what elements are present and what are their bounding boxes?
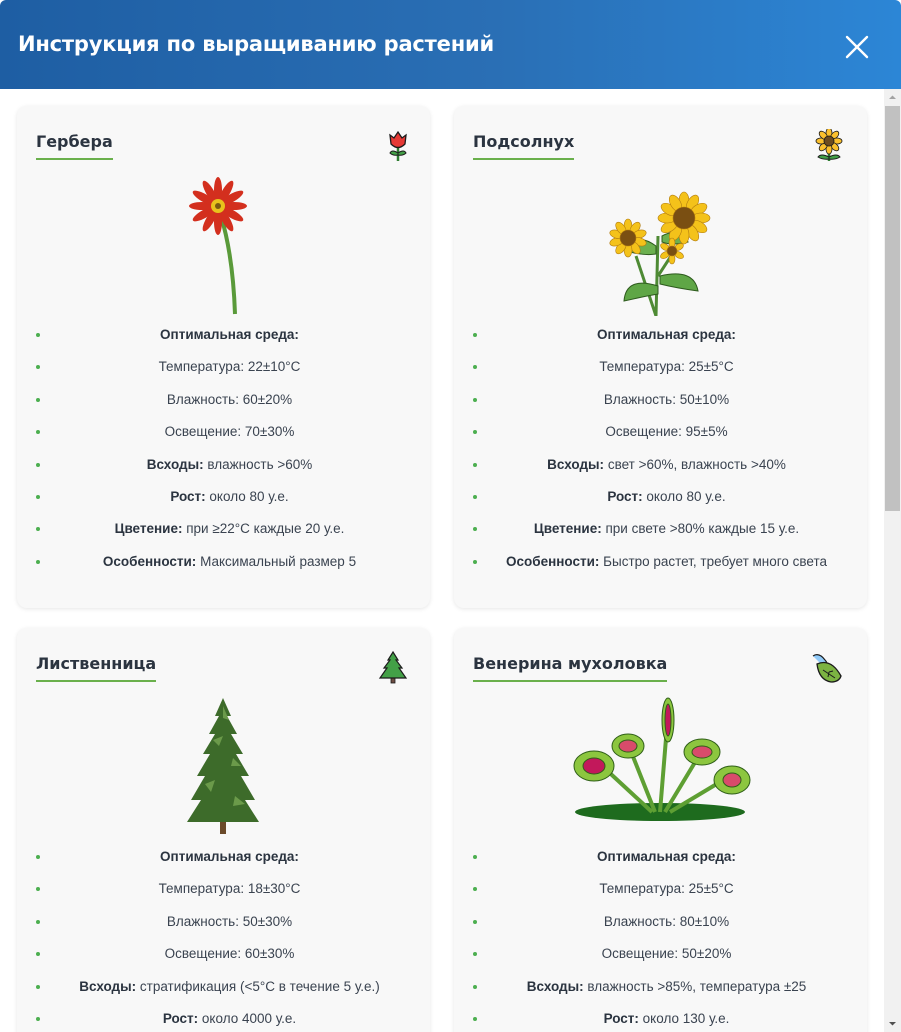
rose-icon [389, 130, 407, 161]
list-item: Цветение: при свете >80% каждые 15 у.е. [454, 519, 867, 551]
list-item: Всходы: влажность >85%, температура ±25 [454, 977, 867, 1009]
gerbera-image [189, 177, 247, 315]
plant-name: Подсолнух [473, 132, 575, 160]
venus-flytrap-image [573, 697, 751, 821]
list-item: Рост: около 80 у.е. [454, 487, 867, 519]
care-info-list: Оптимальная среда: Температура: 18±30°C … [17, 847, 430, 1032]
list-item: Особенности: Максимальный размер 5 [17, 552, 430, 584]
modal-content: Гербера Оптимальная среда: Температура: … [0, 89, 884, 1032]
list-item: Влажность: 50±10% [454, 390, 867, 422]
modal-title: Инструкция по выращиванию растений [18, 32, 495, 56]
list-item: Температура: 22±10°C [17, 357, 430, 389]
modal-header: Инструкция по выращиванию растений [0, 0, 901, 89]
plant-name: Лиственница [36, 654, 157, 682]
sunflower-icon [815, 129, 843, 161]
list-item: Всходы: влажность >60% [17, 455, 430, 487]
list-item: Влажность: 50±30% [17, 912, 430, 944]
plant-name: Гербера [36, 132, 113, 160]
plant-card-venus-flytrap: Венерина мухоловка Оптимальная среда: Те… [454, 628, 867, 1032]
vertical-scrollbar[interactable] [884, 89, 901, 1032]
care-info-list: Оптимальная среда: Температура: 22±10°C … [17, 325, 430, 584]
list-item: Оптимальная среда: [17, 847, 430, 879]
list-item: Цветение: при ≥22°C каждые 20 у.е. [17, 519, 430, 551]
list-item: Рост: около 130 у.е. [454, 1009, 867, 1032]
list-item: Оптимальная среда: [454, 847, 867, 879]
close-icon[interactable] [840, 30, 874, 64]
care-info-list: Оптимальная среда: Температура: 25±5°C В… [454, 325, 867, 584]
list-item: Всходы: стратификация (<5°C в течение 5 … [17, 977, 430, 1009]
list-item: Всходы: свет >60%, влажность >40% [454, 455, 867, 487]
plant-card-gerbera: Гербера Оптимальная среда: Температура: … [17, 106, 430, 608]
sunflower-image [609, 191, 711, 316]
list-item: Оптимальная среда: [454, 325, 867, 357]
care-info-list: Оптимальная среда: Температура: 25±5°C В… [454, 847, 867, 1032]
list-item: Рост: около 4000 у.е. [17, 1009, 430, 1032]
list-item: Освещение: 95±5% [454, 422, 867, 454]
list-item: Температура: 25±5°C [454, 357, 867, 389]
plant-card-larch: Лиственница Оптимальная среда: Температу… [17, 628, 430, 1032]
scroll-up-arrow-icon[interactable] [884, 89, 901, 106]
list-item: Рост: около 80 у.е. [17, 487, 430, 519]
evergreen-tree-icon [378, 650, 408, 684]
leaf-icon [812, 654, 842, 683]
list-item: Оптимальная среда: [17, 325, 430, 357]
list-item: Температура: 25±5°C [454, 879, 867, 911]
plant-card-sunflower: Подсолнух Оптимальная среда: Температура… [454, 106, 867, 608]
list-item: Температура: 18±30°C [17, 879, 430, 911]
list-item: Влажность: 60±20% [17, 390, 430, 422]
list-item: Влажность: 80±10% [454, 912, 867, 944]
list-item: Освещение: 60±30% [17, 944, 430, 976]
larch-image [187, 698, 259, 834]
scroll-down-arrow-icon[interactable] [884, 1015, 901, 1032]
list-item: Особенности: Быстро растет, требует мног… [454, 552, 867, 584]
list-item: Освещение: 50±20% [454, 944, 867, 976]
plant-name: Венерина мухоловка [473, 654, 668, 682]
scrollbar-thumb[interactable] [885, 106, 900, 511]
list-item: Освещение: 70±30% [17, 422, 430, 454]
